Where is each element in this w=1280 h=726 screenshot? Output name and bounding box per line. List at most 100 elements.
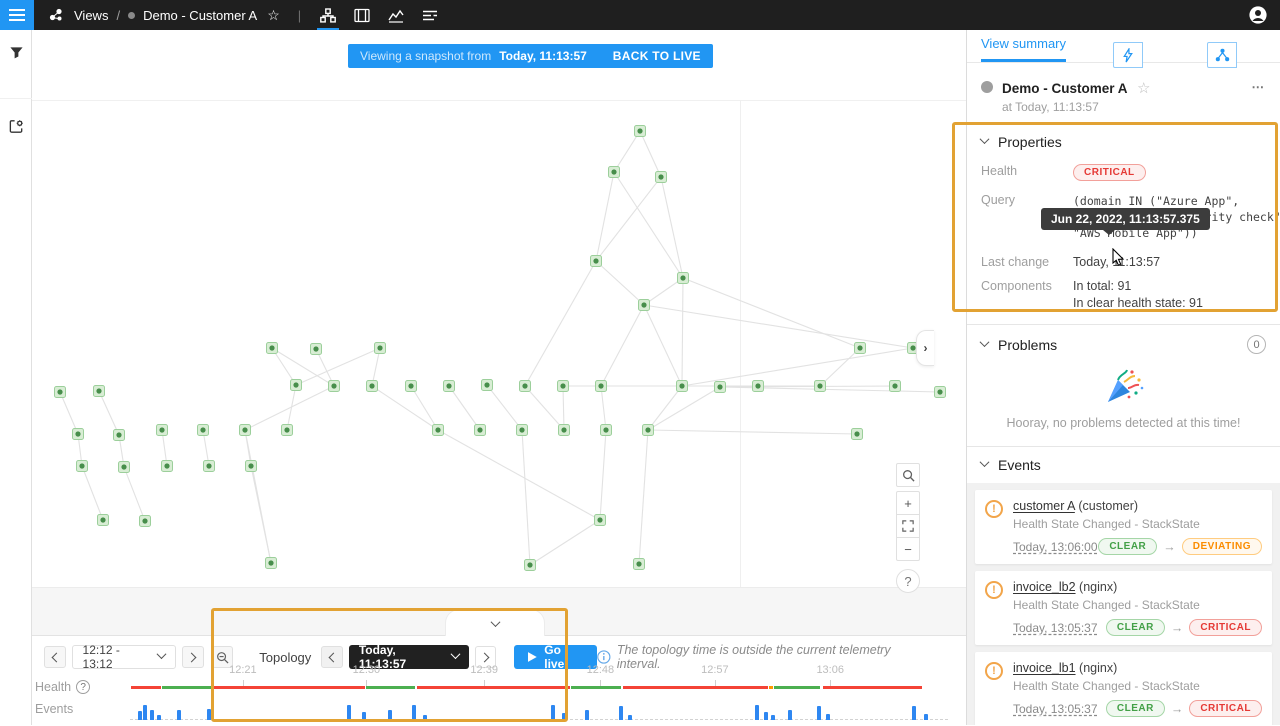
topology-node[interactable] (609, 167, 620, 178)
topology-node[interactable] (98, 515, 109, 526)
event-component-link[interactable]: invoice_lb1 (1013, 661, 1076, 675)
event-component-link[interactable]: invoice_lb2 (1013, 580, 1076, 594)
event-bar[interactable] (912, 706, 916, 720)
right-panel-collapse-handle[interactable]: › (916, 330, 934, 366)
problems-bolt-outline-blue-icon[interactable] (1113, 42, 1143, 68)
topology-node[interactable] (591, 256, 602, 267)
event-bar[interactable] (423, 715, 427, 720)
topology-node[interactable] (433, 425, 444, 436)
timeline-track[interactable]: 12:2112:3012:3912:4812:5713:06 (130, 636, 948, 726)
health-segment-clear[interactable] (571, 686, 621, 689)
traces-view-icon[interactable] (413, 0, 447, 30)
event-bar[interactable] (207, 709, 211, 720)
topology-node[interactable] (753, 381, 764, 392)
topology-node[interactable] (140, 516, 151, 527)
problems-section-header[interactable]: Problems 0 (967, 325, 1280, 364)
topology-node[interactable] (595, 515, 606, 526)
event-bar[interactable] (551, 705, 555, 720)
breadcrumb-views-link[interactable]: Views (74, 8, 108, 23)
health-help-icon[interactable]: ? (76, 680, 90, 694)
topology-node[interactable] (559, 425, 570, 436)
topology-canvas[interactable] (32, 30, 966, 635)
event-bar[interactable] (788, 710, 792, 720)
topology-node[interactable] (114, 430, 125, 441)
event-bar[interactable] (157, 715, 161, 720)
topology-node[interactable] (198, 425, 209, 436)
topology-node[interactable] (246, 461, 257, 472)
event-card[interactable]: !invoice_lb1 (nginx)Health State Changed… (975, 652, 1272, 725)
event-bar[interactable] (150, 710, 154, 720)
topology-node[interactable] (558, 381, 569, 392)
timeline-collapse-tab[interactable] (445, 609, 545, 636)
health-segment-critical[interactable] (131, 686, 161, 689)
topology-node[interactable] (119, 462, 130, 473)
search-icon[interactable] (896, 463, 920, 487)
topology-node[interactable] (329, 381, 340, 392)
topology-node[interactable] (855, 343, 866, 354)
event-bar[interactable] (764, 712, 768, 720)
table-view-icon[interactable] (345, 0, 379, 30)
topology-node[interactable] (815, 381, 826, 392)
hamburger-menu-icon[interactable] (0, 0, 34, 30)
topology-node[interactable] (162, 461, 173, 472)
event-bar[interactable] (177, 710, 181, 720)
topology-node[interactable] (73, 429, 84, 440)
event-bar[interactable] (755, 705, 759, 720)
topology-node[interactable] (204, 461, 215, 472)
topology-node[interactable] (643, 425, 654, 436)
zoom-in-button[interactable]: + (896, 491, 920, 515)
health-segment-clear[interactable] (774, 686, 821, 689)
topology-node[interactable] (55, 387, 66, 398)
back-to-live-button[interactable]: BACK TO LIVE (613, 49, 701, 63)
user-avatar-icon[interactable] (1248, 5, 1268, 25)
event-bar[interactable] (628, 715, 632, 720)
event-bar[interactable] (388, 710, 392, 720)
topology-node[interactable] (677, 381, 688, 392)
event-bar[interactable] (826, 714, 830, 720)
event-bar[interactable] (143, 705, 147, 720)
topology-node[interactable] (77, 461, 88, 472)
event-bar[interactable] (619, 706, 623, 720)
topology-node[interactable] (94, 386, 105, 397)
view-settings-icon[interactable] (0, 98, 32, 148)
properties-section-header[interactable]: Properties (967, 124, 1280, 160)
event-bar[interactable] (585, 710, 589, 720)
event-bar[interactable] (924, 714, 928, 720)
topology-node[interactable] (267, 343, 278, 354)
event-time-link[interactable]: Today, 13:05:37 (1013, 702, 1098, 716)
topology-node[interactable] (240, 425, 251, 436)
topology-node[interactable] (715, 382, 726, 393)
topology-node[interactable] (890, 381, 901, 392)
topology-node[interactable] (157, 425, 168, 436)
event-bar[interactable] (138, 711, 142, 720)
topology-node[interactable] (656, 172, 667, 183)
event-bar[interactable] (412, 705, 416, 720)
health-segment-critical[interactable] (823, 686, 922, 689)
topology-node[interactable] (635, 126, 646, 137)
event-component-link[interactable]: customer A (1013, 499, 1075, 513)
topology-node[interactable] (282, 425, 293, 436)
health-segment-clear[interactable] (366, 686, 414, 689)
event-card[interactable]: !customer A (customer)Health State Chang… (975, 490, 1272, 564)
topology-node[interactable] (291, 380, 302, 391)
topology-node[interactable] (475, 425, 486, 436)
event-bar[interactable] (362, 712, 366, 720)
event-time-link[interactable]: Today, 13:05:37 (1013, 621, 1098, 635)
topology-node[interactable] (601, 425, 612, 436)
topology-node[interactable] (634, 559, 645, 570)
topology-node[interactable] (367, 381, 378, 392)
zoom-out-button[interactable]: − (896, 537, 920, 561)
last-change-value[interactable]: Today, 11:13:57 (1073, 255, 1266, 269)
topology-mode-icon[interactable] (1207, 42, 1237, 68)
topology-node[interactable] (406, 381, 417, 392)
topology-node[interactable] (375, 343, 386, 354)
event-bar[interactable] (562, 713, 566, 720)
topology-node[interactable] (266, 558, 277, 569)
fit-to-screen-icon[interactable] (896, 514, 920, 538)
event-bar[interactable] (347, 705, 351, 720)
tab-view-summary[interactable]: View summary (981, 36, 1066, 62)
topology-node[interactable] (639, 300, 650, 311)
health-segment-deviating[interactable] (769, 686, 773, 689)
topology-node[interactable] (678, 273, 689, 284)
health-segment-critical[interactable] (213, 686, 365, 689)
